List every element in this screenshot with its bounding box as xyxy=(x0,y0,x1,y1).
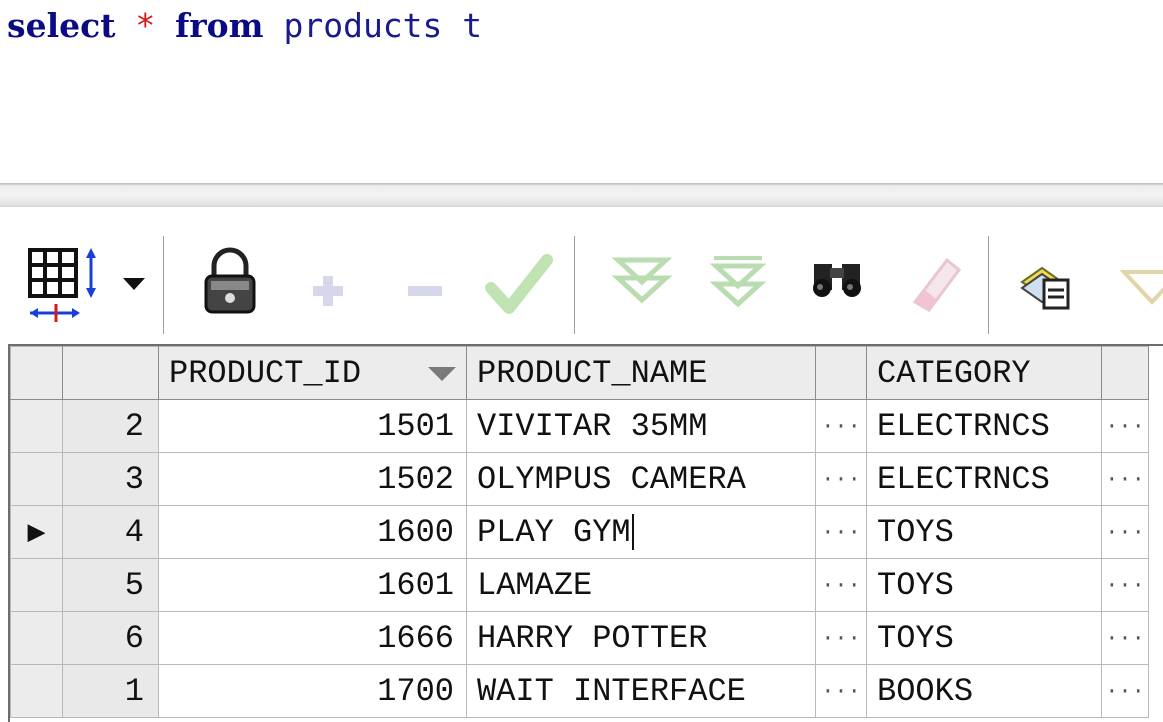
toolbar-separator xyxy=(574,236,576,334)
cell-ellipsis-button[interactable]: ··· xyxy=(1101,399,1149,453)
post-changes-icon[interactable] xyxy=(485,238,555,333)
cell-product-id[interactable]: 1502 xyxy=(158,452,467,506)
column-header-label: CATEGORY xyxy=(877,354,1031,392)
cell-product-id[interactable]: 1601 xyxy=(158,558,467,612)
cell-category[interactable]: TOYS xyxy=(866,611,1102,665)
table-row-current[interactable]: ▶ 4 1600 PLAY GYM ··· TOYS ··· xyxy=(10,505,1149,559)
cell-product-name-editing[interactable]: PLAY GYM xyxy=(466,505,816,559)
row-number: 1 xyxy=(62,664,159,718)
cell-product-name[interactable]: HARRY POTTER xyxy=(466,611,816,665)
sql-keyword-select: select xyxy=(7,6,116,45)
row-indicator[interactable] xyxy=(10,611,63,665)
cell-product-id[interactable]: 1700 xyxy=(158,664,467,718)
row-number: 4 xyxy=(62,505,159,559)
row-number: 5 xyxy=(62,558,159,612)
editor-splitter[interactable] xyxy=(0,183,1163,207)
cell-ellipsis-button[interactable]: ··· xyxy=(815,558,867,612)
text-cursor xyxy=(631,514,634,551)
cell-product-id[interactable]: 1600 xyxy=(158,505,467,559)
cell-product-name[interactable]: VIVITAR 35MM xyxy=(466,399,816,453)
result-table: PRODUCT_ID PRODUCT_NAME CATEGORY 2 1501 … xyxy=(10,346,1149,718)
delete-record-icon[interactable] xyxy=(400,238,450,333)
find-icon[interactable] xyxy=(808,238,868,333)
row-number: 3 xyxy=(62,452,159,506)
sql-star: * xyxy=(135,6,156,45)
cell-edit-value[interactable]: PLAY GYM xyxy=(477,514,631,551)
cell-category[interactable]: TOYS xyxy=(866,558,1102,612)
fetch-last-icon[interactable] xyxy=(708,238,768,333)
row-number: 2 xyxy=(62,399,159,453)
sql-statement[interactable]: select * from products t xyxy=(7,2,482,50)
row-indicator[interactable] xyxy=(10,452,63,506)
row-indicator[interactable] xyxy=(10,558,63,612)
cell-category[interactable]: TOYS xyxy=(866,505,1102,559)
grid-select-icon[interactable] xyxy=(28,238,148,333)
cell-ellipsis-button[interactable]: ··· xyxy=(815,505,867,559)
column-header-label: PRODUCT_NAME xyxy=(477,354,708,392)
row-indicator[interactable] xyxy=(10,664,63,718)
table-row[interactable]: 3 1502 OLYMPUS CAMERA ··· ELECTRNCS ··· xyxy=(10,452,1149,506)
row-number: 6 xyxy=(62,611,159,665)
cell-ellipsis-button[interactable]: ··· xyxy=(815,399,867,453)
cell-ellipsis-button[interactable]: ··· xyxy=(1101,452,1149,506)
cell-category[interactable]: ELECTRNCS xyxy=(866,399,1102,453)
sql-table-ref: products t xyxy=(283,6,483,45)
column-header-spacer xyxy=(1101,346,1149,400)
column-header-product-id[interactable]: PRODUCT_ID xyxy=(158,346,467,400)
filter-icon[interactable] xyxy=(1119,238,1163,333)
table-row[interactable]: 6 1666 HARRY POTTER ··· TOYS ··· xyxy=(10,611,1149,665)
clear-icon[interactable] xyxy=(895,238,965,333)
column-header-spacer xyxy=(815,346,867,400)
table-row[interactable]: 2 1501 VIVITAR 35MM ··· ELECTRNCS ··· xyxy=(10,399,1149,453)
sql-keyword-from: from xyxy=(175,6,264,45)
lock-icon[interactable] xyxy=(200,238,260,333)
cell-category[interactable]: ELECTRNCS xyxy=(866,452,1102,506)
cell-ellipsis-button[interactable]: ··· xyxy=(1101,505,1149,559)
cell-ellipsis-button[interactable]: ··· xyxy=(815,664,867,718)
current-row-marker-icon[interactable]: ▶ xyxy=(10,505,63,559)
table-row[interactable]: 5 1601 LAMAZE ··· TOYS ··· xyxy=(10,558,1149,612)
cell-ellipsis-button[interactable]: ··· xyxy=(815,611,867,665)
cell-product-name[interactable]: LAMAZE xyxy=(466,558,816,612)
sql-editor[interactable]: select * from products t xyxy=(0,0,1163,183)
toolbar-separator xyxy=(988,236,990,334)
fetch-next-icon[interactable] xyxy=(611,238,673,333)
cell-ellipsis-button[interactable]: ··· xyxy=(815,452,867,506)
table-row[interactable]: 1 1700 WAIT INTERFACE ··· BOOKS ··· xyxy=(10,664,1149,718)
cell-product-name[interactable]: OLYMPUS CAMERA xyxy=(466,452,816,506)
toolbar-separator xyxy=(163,236,165,334)
column-header-label: PRODUCT_ID xyxy=(169,354,362,392)
row-indicator[interactable] xyxy=(10,399,63,453)
indicator-header xyxy=(10,346,63,400)
cell-ellipsis-button[interactable]: ··· xyxy=(1101,558,1149,612)
cell-product-name[interactable]: WAIT INTERFACE xyxy=(466,664,816,718)
rownum-header xyxy=(62,346,159,400)
add-record-icon[interactable] xyxy=(303,238,353,333)
column-header-category[interactable]: CATEGORY xyxy=(866,346,1102,400)
cell-category[interactable]: BOOKS xyxy=(866,664,1102,718)
cell-ellipsis-button[interactable]: ··· xyxy=(1101,664,1149,718)
cell-ellipsis-button[interactable]: ··· xyxy=(1101,611,1149,665)
result-grid[interactable]: PRODUCT_ID PRODUCT_NAME CATEGORY 2 1501 … xyxy=(8,344,1163,722)
export-icon[interactable] xyxy=(1018,238,1078,333)
column-header-product-name[interactable]: PRODUCT_NAME xyxy=(466,346,816,400)
sort-arrow-icon[interactable] xyxy=(428,367,456,381)
cell-product-id[interactable]: 1501 xyxy=(158,399,467,453)
header-row: PRODUCT_ID PRODUCT_NAME CATEGORY xyxy=(10,346,1149,400)
cell-product-id[interactable]: 1666 xyxy=(158,611,467,665)
